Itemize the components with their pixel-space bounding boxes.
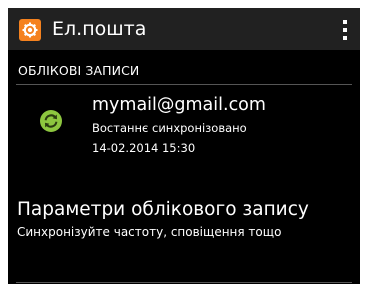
account-settings-subtitle: Синхронізуйте частоту, сповіщення тощо [17,225,282,239]
section-divider [16,84,352,85]
overflow-dot [343,36,347,40]
settings-gear-icon[interactable] [19,19,41,41]
gear-icon [22,22,38,38]
overflow-menu-icon[interactable] [338,18,352,42]
account-email: mymail@gmail.com [92,95,266,115]
sync-icon [40,110,62,132]
email-settings-screen: Ел.пошта ОБЛІКОВІ ЗАПИСИ mymail@gmail.co… [8,8,360,284]
screen: Ел.пошта ОБЛІКОВІ ЗАПИСИ mymail@gmail.co… [0,0,368,292]
account-settings-title: Параметри облікового запису [17,199,309,220]
app-title: Ел.пошта [52,18,147,40]
overflow-dot [343,20,347,24]
bottom-divider [16,282,352,283]
account-settings-item[interactable]: Параметри облікового запису Синхронізуйт… [8,194,360,254]
account-list-item[interactable]: mymail@gmail.com Востаннє синхронізовано… [8,88,360,170]
sync-status-label: Востаннє синхронізовано [92,121,247,135]
overflow-dot [343,28,347,32]
sync-timestamp: 14-02.2014 15:30 [92,141,196,155]
accounts-section-header: ОБЛІКОВІ ЗАПИСИ [18,63,140,78]
action-bar: Ел.пошта [8,8,360,50]
